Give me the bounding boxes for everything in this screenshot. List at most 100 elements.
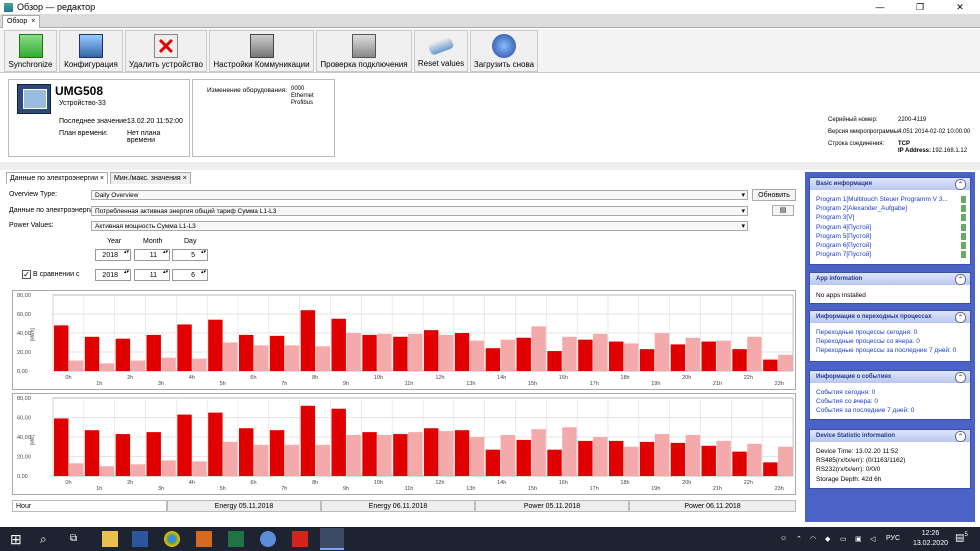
close-button[interactable]: ✕ [940,0,980,14]
trash-icon[interactable] [961,232,966,240]
compare-year-spinner[interactable]: 2018 [95,269,131,281]
chart-bar[interactable] [562,336,577,371]
clock[interactable]: 12:26 13.02.2020 [913,529,948,549]
chart-bar[interactable] [253,345,269,371]
tab-energy-data[interactable]: Данные по электроэнергии × [6,172,109,184]
chart-bar[interactable] [500,339,515,371]
chart-bar[interactable] [408,333,423,371]
chart-bar[interactable] [424,330,439,371]
program-item[interactable]: Program 1[Multitouch Steuer Programm V 3… [810,195,970,204]
word-icon[interactable] [132,531,148,547]
chart-bar[interactable] [208,412,223,476]
chart-bar[interactable] [346,333,361,371]
chart-bar[interactable] [531,429,546,476]
chart-bar[interactable] [469,340,485,371]
program-item[interactable]: Program 3[V] [810,213,970,222]
chart-bar[interactable] [485,449,501,476]
excel-icon[interactable] [228,531,244,547]
month-spinner[interactable]: 11 [134,249,170,261]
chart-bar[interactable] [609,341,624,371]
events-item[interactable]: События со вчера: 0 [810,397,970,406]
acrobat-icon[interactable] [292,531,308,547]
chart-bar[interactable] [284,444,300,476]
configuration-button[interactable]: Конфигурация [59,30,123,72]
chart-bar[interactable] [239,428,254,476]
chart-bar[interactable] [315,444,330,476]
chart-bar[interactable] [146,334,161,371]
compare-day-spinner[interactable]: 6 [172,269,208,281]
basic-info-header[interactable]: Basic информация [810,178,970,190]
chrome-icon[interactable] [164,531,180,547]
close-tab-icon[interactable]: × [31,18,35,25]
chart-bar[interactable] [438,334,454,371]
chart-bar[interactable] [300,405,316,476]
chart-bar[interactable] [253,444,269,476]
chart-bar[interactable] [68,360,84,371]
chart-bar[interactable] [377,435,392,476]
transients-item[interactable]: Переходные процессы за последние 7 дней:… [810,346,970,355]
chart-bar[interactable] [578,339,593,371]
trash-icon[interactable] [961,242,966,250]
transients-item[interactable]: Переходные процессы со вчера: 0 [810,337,970,346]
windows-start-icon[interactable]: ⊞ [10,531,26,547]
language-indicator[interactable]: РУС [886,535,900,542]
chart-bar[interactable] [223,441,238,476]
search-icon[interactable]: ⌕ [40,531,56,547]
chart-bar[interactable] [778,354,793,371]
chart-bar[interactable] [161,357,176,371]
chart-bar[interactable] [408,432,423,476]
events-item[interactable]: События за последние 7 дней: 0 [810,406,970,415]
chart-bar[interactable] [192,358,207,371]
chart-bar[interactable] [716,340,731,371]
program-item[interactable]: Program 4[Пустой] [810,223,970,232]
comm-settings-button[interactable]: Настройки Коммуникации [209,30,314,72]
program-item[interactable]: Program 5[Пустой] [810,232,970,241]
maximize-button[interactable]: ❐ [900,0,940,14]
power-values-select[interactable]: Активная мощность Сумма L1-L3 [91,221,748,231]
chart-bar[interactable] [130,464,145,476]
transients-header[interactable]: Информация о переходных процессах [810,311,970,323]
chart-bar[interactable] [331,318,346,371]
chart-bar[interactable] [547,449,562,476]
chart-bar[interactable] [223,342,238,372]
chart-bar[interactable] [331,408,346,476]
synchronize-button[interactable]: Synchronize [4,30,57,72]
tab-overview[interactable]: Обзор × [2,15,41,28]
chart-bar[interactable] [685,337,700,371]
chart-bar[interactable] [269,430,285,476]
chart-bar[interactable] [639,441,655,476]
chart-bar[interactable] [609,440,624,476]
tab-min-max[interactable]: Мин./макс. значения × [110,172,191,184]
task-view-icon[interactable]: ⧉ [70,531,86,547]
refresh-button[interactable]: Обновить [752,189,796,201]
chart-bar[interactable] [716,440,731,476]
reload-button[interactable]: Загрузить снова [470,30,538,72]
chart-bar[interactable] [516,337,531,371]
gridvis-app-icon[interactable] [320,528,344,550]
chart-bar[interactable] [362,334,377,371]
program-item[interactable]: Program 7[Пустой] [810,250,970,259]
chart-bar[interactable] [747,443,762,476]
chart-bar[interactable] [377,333,392,371]
file-explorer-icon[interactable] [102,531,118,547]
chart-bar[interactable] [593,437,608,476]
chart-bar[interactable] [778,446,793,476]
chart-bar[interactable] [500,435,515,476]
device-stats-header[interactable]: Device Statistic information [810,430,970,442]
user-icon[interactable]: ☺ [780,535,787,542]
chart-bar[interactable] [99,466,115,476]
trash-icon[interactable] [961,205,966,213]
chart-bar[interactable] [284,345,300,371]
outlook-icon[interactable] [196,531,212,547]
app-icon-blue[interactable] [260,531,276,547]
reset-values-button[interactable]: Reset values [414,30,468,72]
chart-bar[interactable] [438,431,454,476]
chart-bar[interactable] [269,335,285,371]
wifi-icon[interactable]: ◠ [810,535,816,543]
minimize-button[interactable]: — [860,0,900,14]
check-connection-button[interactable]: Проверка подключения [316,30,412,72]
trash-icon[interactable] [961,196,966,203]
chart-bar[interactable] [115,434,131,476]
chart-bar[interactable] [68,463,84,476]
chart-bar[interactable] [208,319,223,371]
